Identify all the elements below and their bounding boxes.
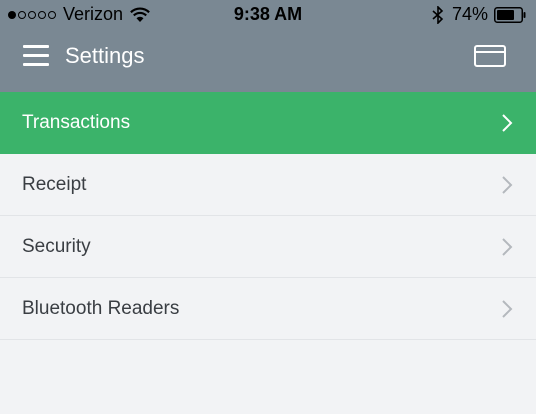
- menu-item-label: Transactions: [22, 112, 131, 133]
- menu-item-label: Bluetooth Readers: [22, 298, 180, 319]
- battery-icon: [494, 6, 526, 23]
- menu-item-security[interactable]: Security: [0, 216, 536, 278]
- battery-percent: 74%: [451, 4, 488, 24]
- page-title: Settings: [65, 43, 145, 68]
- chevron-right-icon: [502, 114, 513, 132]
- top-bar: Verizon 9:38 AM 74% Settings: [0, 0, 536, 92]
- chevron-right-icon: [502, 238, 513, 256]
- chevron-right-icon: [502, 176, 513, 194]
- settings-menu: Transactions Receipt Security Bluetooth …: [0, 92, 536, 340]
- card-icon[interactable]: [474, 45, 506, 67]
- menu-item-label: Receipt: [22, 174, 87, 195]
- menu-item-transactions[interactable]: Transactions: [0, 92, 536, 154]
- menu-item-receipt[interactable]: Receipt: [0, 154, 536, 216]
- menu-item-bluetooth-readers[interactable]: Bluetooth Readers: [0, 278, 536, 340]
- status-right: 74%: [432, 4, 526, 25]
- hamburger-icon[interactable]: [23, 45, 49, 67]
- menu-item-label: Security: [22, 236, 91, 257]
- status-bar: Verizon 9:38 AM 74%: [0, 0, 536, 30]
- chevron-right-icon: [502, 300, 513, 318]
- bluetooth-icon: [432, 5, 444, 24]
